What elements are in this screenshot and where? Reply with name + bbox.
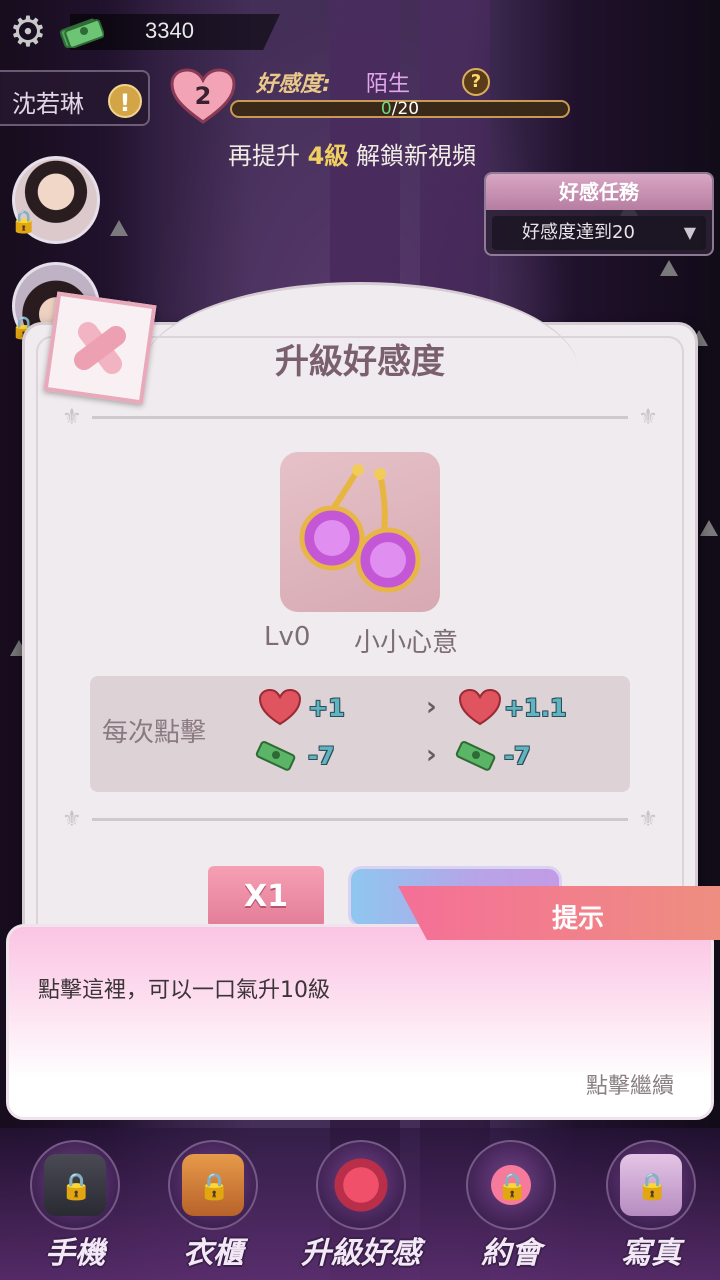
arrow-icon: ›: [426, 692, 437, 722]
item-level: Lv0: [264, 622, 311, 652]
item-icon-box: [280, 452, 440, 612]
alert-icon[interactable]: !: [108, 84, 142, 118]
current-cost: -7: [308, 742, 335, 770]
lock-icon: 🔒: [10, 210, 38, 235]
cash-icon: [455, 741, 496, 771]
bandage-heart-icon: [43, 291, 157, 405]
nav-upgrade-affection[interactable]: 升級好感: [296, 1136, 426, 1276]
nav-label: 衣櫃: [183, 1236, 243, 1271]
tap-to-continue[interactable]: 點擊繼續: [586, 1068, 674, 1100]
earrings-icon: [299, 464, 421, 593]
nav-label: 約會: [481, 1236, 541, 1271]
character-name: 沈若琳: [12, 90, 84, 118]
upgrade-x1-button[interactable]: X1: [208, 866, 324, 928]
arrow-icon: ›: [426, 740, 437, 770]
heart-icon: [258, 688, 302, 726]
quest-title: 好感任務: [486, 174, 712, 210]
rose-icon: [316, 1140, 406, 1230]
nav-label: 手機: [45, 1236, 105, 1271]
heart-icon: [458, 688, 502, 726]
cash-icon: [255, 741, 296, 771]
unlock-hint: 再提升 4級 解鎖新視頻: [228, 142, 476, 170]
next-cost: -7: [504, 742, 531, 770]
item-name: 小小心意: [354, 628, 459, 658]
help-icon[interactable]: ?: [462, 68, 490, 96]
lock-icon: 🔒: [60, 1172, 93, 1202]
affection-progress-bar: 0/20: [230, 99, 570, 119]
quest-requirement: 好感度達到20 ▼: [492, 216, 706, 250]
per-click-stats: 每次點擊 +1 -7 › › +1.1 -7: [90, 676, 630, 792]
affection-status: 陌生: [366, 72, 411, 97]
dropdown-arrow-icon: ▼: [683, 223, 696, 242]
lock-icon: 🔒: [198, 1172, 231, 1202]
per-click-label: 每次點擊: [102, 718, 207, 748]
affection-level-heart: 2: [170, 68, 236, 126]
gear-icon[interactable]: ⚙: [6, 10, 50, 54]
currency-hud: ⚙ 3340: [0, 8, 290, 54]
affection-label: 好感度:: [256, 72, 331, 97]
lock-icon: 🔒: [496, 1172, 529, 1202]
affection-progress-text: 0/20: [380, 99, 420, 119]
divider: ⚜ ⚜: [62, 807, 658, 832]
divider: ⚜ ⚜: [62, 405, 658, 430]
money-value: 3340: [145, 18, 194, 43]
tip-header: 提示: [552, 904, 605, 934]
affection-quest-panel[interactable]: 好感任務 好感度達到20 ▼: [484, 172, 714, 256]
lock-icon: 🔒: [636, 1172, 669, 1202]
nav-label: 寫真: [621, 1236, 681, 1271]
nav-photos[interactable]: 🔒 寫真: [586, 1136, 716, 1276]
character-name-tag[interactable]: 沈若琳 !: [0, 70, 150, 126]
affection-level: 2: [194, 82, 212, 110]
current-heart-gain: +1: [308, 694, 345, 722]
tip-message: 點擊這裡，可以一口氣升10級: [38, 978, 330, 1003]
cash-icon: [59, 18, 104, 48]
nav-wardrobe[interactable]: 🔒 衣櫃: [148, 1136, 278, 1276]
next-heart-gain: +1.1: [504, 694, 567, 722]
nav-dating[interactable]: 🔒 約會: [446, 1136, 576, 1276]
nav-phone[interactable]: 🔒 手機: [10, 1136, 140, 1276]
nav-label: 升級好感: [301, 1236, 421, 1271]
